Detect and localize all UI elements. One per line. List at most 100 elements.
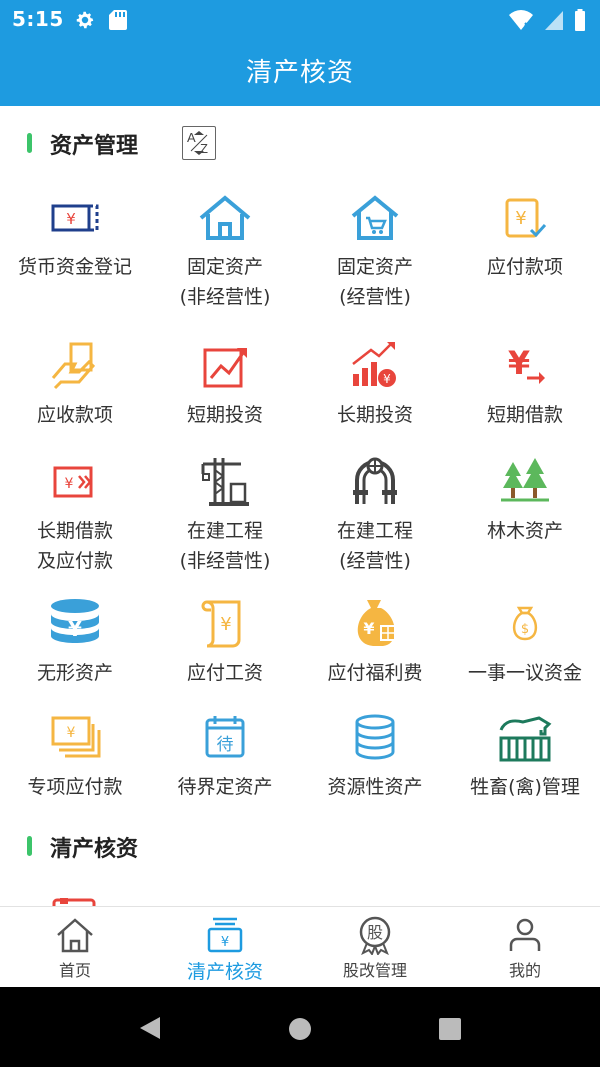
signal-icon (545, 11, 563, 30)
trees-icon (501, 458, 549, 502)
shop-house-icon (351, 195, 399, 240)
tile-accounts-payable[interactable]: ¥ 应付款项 (450, 190, 600, 282)
home-circle-icon[interactable] (288, 1017, 312, 1041)
arch-pipe-icon (353, 457, 397, 504)
banknote-icon: ¥ (51, 204, 99, 232)
nav-profile[interactable]: 我的 (450, 907, 600, 988)
status-time: 5:15 (12, 7, 64, 31)
section-accent-bar (27, 133, 32, 153)
status-bar: 5:15 (0, 0, 600, 40)
livestock-barn-icon (499, 716, 552, 762)
tile-label: 短期投资 (186, 404, 263, 426)
tile-resource-asset[interactable]: 资源性资产 (300, 710, 450, 802)
tile-label: 在建工程 (186, 520, 263, 542)
tile-fixed-asset-nonoperating[interactable]: 固定资产 (非经营性) (150, 190, 300, 312)
tile-sublabel: (经营性) (339, 550, 411, 572)
tile-long-term-loan-payable[interactable]: ¥ 长期借款 及应付款 (0, 454, 150, 576)
share-badge-text: 股 (367, 923, 383, 942)
tile-short-term-investment[interactable]: 短期投资 (150, 338, 300, 430)
battery-icon (575, 9, 585, 31)
wifi-icon (509, 10, 533, 30)
section-title: 资产管理 (50, 134, 139, 159)
tile-label: 固定资产 (186, 256, 263, 278)
tile-label: 长期投资 (336, 404, 413, 426)
tile-sublabel: 及应付款 (36, 550, 113, 572)
tile-construction-operating[interactable]: 在建工程 (经营性) (300, 454, 450, 576)
nav-share-reform[interactable]: 股 股改管理 (300, 907, 450, 988)
trend-chart-icon (203, 348, 247, 388)
system-nav-bar (0, 987, 600, 1067)
stacked-cards-icon: ¥ (51, 716, 101, 758)
tile-label: 资源性资产 (327, 776, 423, 798)
svg-text:¥: ¥ (65, 476, 74, 492)
recents-icon[interactable] (438, 1017, 462, 1041)
nav-home[interactable]: 首页 (0, 907, 150, 988)
tile-intangible-asset[interactable]: ¥ 无形资产 (0, 596, 150, 688)
gear-icon (76, 11, 94, 29)
svg-text:¥: ¥ (67, 725, 76, 741)
tile-label: 短期借款 (486, 404, 563, 426)
tile-label: 长期借款 (36, 520, 113, 542)
yuan-arrow-icon: ¥ (508, 344, 545, 384)
tile-label: 林木资产 (486, 520, 563, 542)
coin-stack-icon: ¥ (51, 599, 99, 643)
nav-label: 我的 (508, 961, 541, 980)
svg-text:¥: ¥ (220, 614, 231, 635)
bottom-nav: 首页 ¥ 清产核资 股 股改管理 我的 (0, 906, 600, 987)
money-bag-icon: $ (512, 606, 538, 641)
section-header-inventory: 清产核资 (0, 826, 600, 866)
nav-inventory[interactable]: ¥ 清产核资 (150, 907, 300, 988)
tile-fixed-asset-operating[interactable]: 固定资产 (经营性) (300, 190, 450, 312)
loan-card-icon: ¥ (53, 466, 93, 498)
tile-label: 应收款项 (36, 404, 113, 426)
back-icon[interactable] (138, 1015, 162, 1041)
tile-short-term-loan[interactable]: ¥ 短期借款 (450, 338, 600, 430)
tile-pending-asset[interactable]: 待 待界定资产 (150, 710, 300, 802)
tile-sublabel: (非经营性) (179, 286, 271, 308)
svg-text:$: $ (521, 622, 529, 637)
bar-growth-icon: ¥ (352, 342, 396, 387)
tile-wages-payable[interactable]: ¥ 应付工资 (150, 596, 300, 688)
svg-text:¥: ¥ (508, 344, 530, 382)
house-icon (199, 195, 251, 240)
tile-sublabel: (非经营性) (179, 550, 271, 572)
svg-text:¥: ¥ (221, 935, 229, 950)
scroll-yuan-icon: ¥ (201, 600, 241, 648)
payable-check-icon: ¥ (505, 198, 547, 238)
tile-livestock-management[interactable]: 牲畜(禽)管理 (450, 710, 600, 802)
section-title: 清产核资 (50, 837, 139, 862)
nav-label: 股改管理 (342, 961, 407, 980)
tile-label: 在建工程 (336, 520, 413, 542)
tile-label: 应付款项 (486, 256, 563, 278)
tile-sublabel: (经营性) (339, 286, 411, 308)
tile-accounts-receivable[interactable]: 应收款项 (0, 338, 150, 430)
calendar-pending-icon: 待 (205, 716, 245, 758)
money-bag-gift-icon: ¥ (357, 600, 396, 646)
nav-label: 首页 (58, 961, 91, 980)
nav-label: 清产核资 (186, 961, 263, 983)
tile-long-term-investment[interactable]: ¥ 长期投资 (300, 338, 450, 430)
svg-text:¥: ¥ (383, 372, 391, 386)
svg-text:¥: ¥ (66, 210, 76, 228)
tile-label: 专项应付款 (27, 776, 123, 798)
tile-forest-asset[interactable]: 林木资产 (450, 454, 600, 546)
svg-text:¥: ¥ (68, 617, 82, 641)
svg-text:¥: ¥ (363, 619, 374, 638)
page-title: 清产核资 (245, 58, 354, 88)
section-header-asset-management: 资产管理 (0, 123, 600, 163)
svg-text:待: 待 (217, 735, 234, 755)
tile-construction-nonoperating[interactable]: 在建工程 (非经营性) (150, 454, 300, 576)
tile-cash-register[interactable]: ¥ 货币资金登记 (0, 190, 150, 282)
app-bar: 清产核资 (0, 40, 600, 106)
cash-register-icon: ¥ (207, 917, 243, 953)
svg-text:¥: ¥ (515, 208, 526, 229)
home-icon (57, 918, 93, 953)
tile-label: 待界定资产 (177, 776, 273, 798)
tile-welfare-payable[interactable]: ¥ 应付福利费 (300, 596, 450, 688)
tile-label: 牲畜(禽)管理 (470, 776, 580, 798)
tile-label: 应付福利费 (327, 662, 423, 684)
sort-az-icon[interactable]: A Z (182, 126, 216, 160)
tile-one-matter-fund[interactable]: $ 一事一议资金 (450, 596, 600, 688)
tile-special-payable[interactable]: ¥ 专项应付款 (0, 710, 150, 802)
receivable-hand-icon (51, 342, 96, 390)
